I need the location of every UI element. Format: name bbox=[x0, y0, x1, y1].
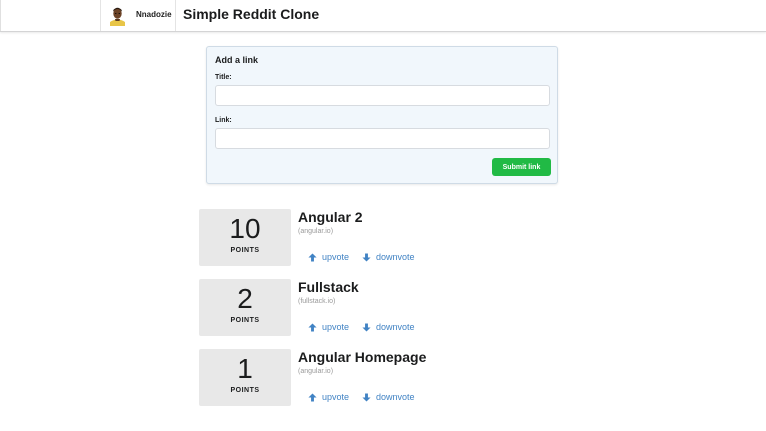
upvote-link[interactable]: upvote bbox=[308, 321, 349, 333]
avatar bbox=[109, 5, 126, 26]
menu-divider bbox=[0, 0, 1, 31]
article-domain: (fullstack.io) bbox=[298, 298, 336, 305]
downvote-label: downvote bbox=[376, 322, 415, 332]
vote-count: 2 bbox=[237, 283, 253, 314]
title-label: Title: bbox=[215, 74, 232, 81]
upvote-link[interactable]: upvote bbox=[308, 391, 349, 403]
article-title[interactable]: Angular Homepage bbox=[298, 349, 426, 365]
downvote-link[interactable]: downvote bbox=[362, 251, 415, 263]
article-domain: (angular.io) bbox=[298, 368, 334, 375]
article-title[interactable]: Angular 2 bbox=[298, 209, 363, 225]
points-label: POINTS bbox=[230, 247, 260, 254]
form-heading: Add a link bbox=[215, 55, 259, 65]
vote-score-box: 10 POINTS bbox=[199, 209, 291, 266]
app-title: Simple Reddit Clone bbox=[183, 6, 320, 22]
downvote-label: downvote bbox=[376, 252, 415, 262]
user-menu-item[interactable]: Nnadozie bbox=[100, 0, 176, 31]
link-label: Link: bbox=[215, 117, 232, 124]
article-item: 2 POINTS Fullstack (fullstack.io) upvote… bbox=[199, 279, 579, 336]
arrow-up-icon bbox=[308, 322, 317, 332]
upvote-label: upvote bbox=[322, 392, 350, 402]
vote-count: 1 bbox=[237, 353, 253, 384]
add-link-form: Add a link Title: Link: Submit link bbox=[206, 46, 558, 184]
upvote-label: upvote bbox=[322, 252, 350, 262]
vote-score-box: 2 POINTS bbox=[199, 279, 291, 336]
vote-count: 10 bbox=[229, 213, 261, 244]
upvote-link[interactable]: upvote bbox=[308, 251, 349, 263]
article-item: 1 POINTS Angular Homepage (angular.io) u… bbox=[199, 349, 579, 406]
downvote-link[interactable]: downvote bbox=[362, 321, 415, 333]
submit-link-button[interactable]: Submit link bbox=[492, 158, 551, 176]
downvote-label: downvote bbox=[376, 392, 415, 402]
arrow-down-icon bbox=[362, 252, 371, 262]
user-name: Nnadozie bbox=[136, 10, 172, 19]
arrow-down-icon bbox=[362, 392, 371, 402]
vote-score-box: 1 POINTS bbox=[199, 349, 291, 406]
downvote-link[interactable]: downvote bbox=[362, 391, 415, 403]
article-domain: (angular.io) bbox=[298, 228, 334, 235]
arrow-up-icon bbox=[308, 252, 317, 262]
article-title[interactable]: Fullstack bbox=[298, 279, 359, 295]
top-menu-bar: Nnadozie Simple Reddit Clone bbox=[0, 0, 766, 32]
title-input[interactable] bbox=[215, 85, 550, 106]
upvote-label: upvote bbox=[322, 322, 350, 332]
arrow-down-icon bbox=[362, 322, 371, 332]
points-label: POINTS bbox=[230, 387, 260, 394]
article-item: 10 POINTS Angular 2 (angular.io) upvote … bbox=[199, 209, 579, 266]
link-input[interactable] bbox=[215, 128, 550, 149]
arrow-up-icon bbox=[308, 392, 317, 402]
points-label: POINTS bbox=[230, 317, 260, 324]
